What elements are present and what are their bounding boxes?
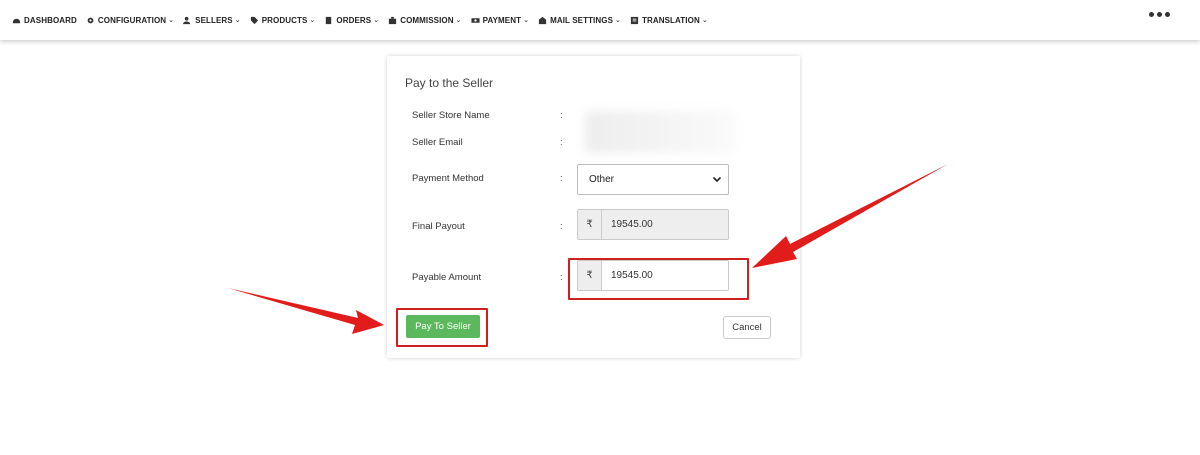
payment-method-select[interactable]: Other bbox=[577, 164, 729, 195]
pay-button-highlight bbox=[396, 308, 488, 347]
money-icon bbox=[471, 17, 480, 23]
briefcase-icon bbox=[389, 16, 397, 24]
chevron-down-icon: ⌄ bbox=[234, 17, 241, 24]
translate-icon bbox=[630, 16, 639, 24]
nav-item-label: PAYMENT bbox=[482, 15, 522, 25]
chevron-down-icon: ⌄ bbox=[373, 17, 380, 24]
rupee-icon: ₹ bbox=[578, 210, 602, 239]
nav-item-label: SELLERS bbox=[195, 15, 233, 25]
nav-item-label: CONFIGURATION bbox=[97, 15, 167, 25]
seller-store-name-label: Seller Store Name bbox=[412, 110, 490, 121]
payable-amount-highlight bbox=[568, 258, 749, 300]
top-navigation: DASHBOARD CONFIGURATION ⌄ SELLERS ⌄ PROD… bbox=[0, 0, 1200, 40]
colon: : bbox=[560, 272, 563, 283]
nav-item-products[interactable]: PRODUCTS ⌄ bbox=[250, 16, 316, 25]
more-options-icon[interactable] bbox=[1149, 12, 1170, 17]
nav-item-translation[interactable]: TRANSLATION ⌄ bbox=[630, 16, 708, 25]
colon: : bbox=[560, 137, 563, 148]
chevron-down-icon: ⌄ bbox=[455, 17, 462, 24]
cancel-button[interactable]: Cancel bbox=[723, 316, 771, 339]
nav-item-label: TRANSLATION bbox=[641, 15, 700, 25]
nav-item-mail-settings[interactable]: MAIL SETTINGS ⌄ bbox=[538, 16, 621, 25]
nav-item-dashboard[interactable]: DASHBOARD bbox=[12, 16, 77, 25]
colon: : bbox=[560, 173, 563, 184]
clipboard-icon bbox=[326, 16, 332, 24]
final-payout-label: Final Payout bbox=[412, 221, 465, 232]
tag-icon bbox=[250, 16, 258, 24]
nav-item-label: COMMISSION bbox=[400, 15, 454, 25]
payment-method-label: Payment Method bbox=[412, 173, 484, 184]
dashboard-icon bbox=[12, 18, 21, 23]
nav-item-label: ORDERS bbox=[336, 15, 372, 25]
nav-item-payment[interactable]: PAYMENT ⌄ bbox=[471, 16, 529, 25]
chevron-down-icon: ⌄ bbox=[168, 17, 175, 24]
final-payout-field: ₹ 19545.00 bbox=[577, 209, 729, 240]
final-payout-value: 19545.00 bbox=[602, 210, 728, 239]
gear-icon bbox=[87, 17, 94, 23]
payment-method-value: Other bbox=[589, 174, 615, 185]
nav-item-label: DASHBOARD bbox=[24, 15, 77, 25]
arrow-to-pay-button bbox=[228, 288, 384, 334]
users-icon bbox=[183, 16, 191, 24]
panel-title: Pay to the Seller bbox=[405, 76, 494, 90]
pay-seller-panel: Pay to the Seller Seller Store Name : Se… bbox=[387, 56, 800, 358]
nav-item-label: PRODUCTS bbox=[261, 15, 308, 25]
chevron-down-icon bbox=[712, 176, 722, 183]
colon: : bbox=[560, 221, 563, 232]
chevron-down-icon: ⌄ bbox=[309, 17, 316, 24]
nav-item-configuration[interactable]: CONFIGURATION ⌄ bbox=[86, 16, 174, 25]
redacted-seller-info bbox=[585, 111, 735, 153]
nav-item-sellers[interactable]: SELLERS ⌄ bbox=[183, 16, 241, 25]
nav-item-orders[interactable]: ORDERS ⌄ bbox=[324, 16, 379, 25]
chevron-down-icon: ⌄ bbox=[523, 17, 530, 24]
nav-item-label: MAIL SETTINGS bbox=[550, 15, 614, 25]
chevron-down-icon: ⌄ bbox=[615, 17, 621, 24]
colon: : bbox=[560, 110, 563, 121]
envelope-icon bbox=[538, 16, 547, 24]
nav-item-commission[interactable]: COMMISSION ⌄ bbox=[388, 15, 462, 25]
seller-email-label: Seller Email bbox=[412, 137, 463, 148]
chevron-down-icon: ⌄ bbox=[701, 17, 708, 24]
payable-amount-label: Payable Amount bbox=[412, 272, 482, 283]
